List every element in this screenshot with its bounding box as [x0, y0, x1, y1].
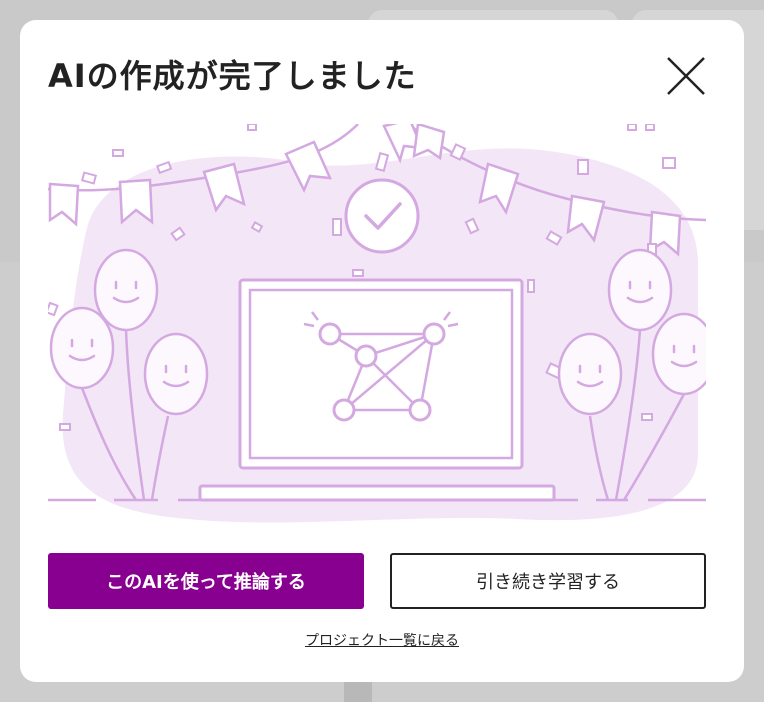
infer-with-ai-button[interactable]: このAIを使って推論する — [48, 553, 364, 609]
celebration-illustration — [48, 124, 706, 523]
completion-modal: AIの作成が完了しました このAIを使って推論する 引き続き学習する プロジェク… — [20, 20, 744, 682]
close-icon — [667, 57, 705, 95]
close-button[interactable] — [664, 54, 708, 98]
back-to-projects-link[interactable]: プロジェクト一覧に戻る — [20, 630, 744, 650]
modal-title: AIの作成が完了しました — [48, 57, 417, 95]
continue-training-button[interactable]: 引き続き学習する — [390, 553, 706, 609]
